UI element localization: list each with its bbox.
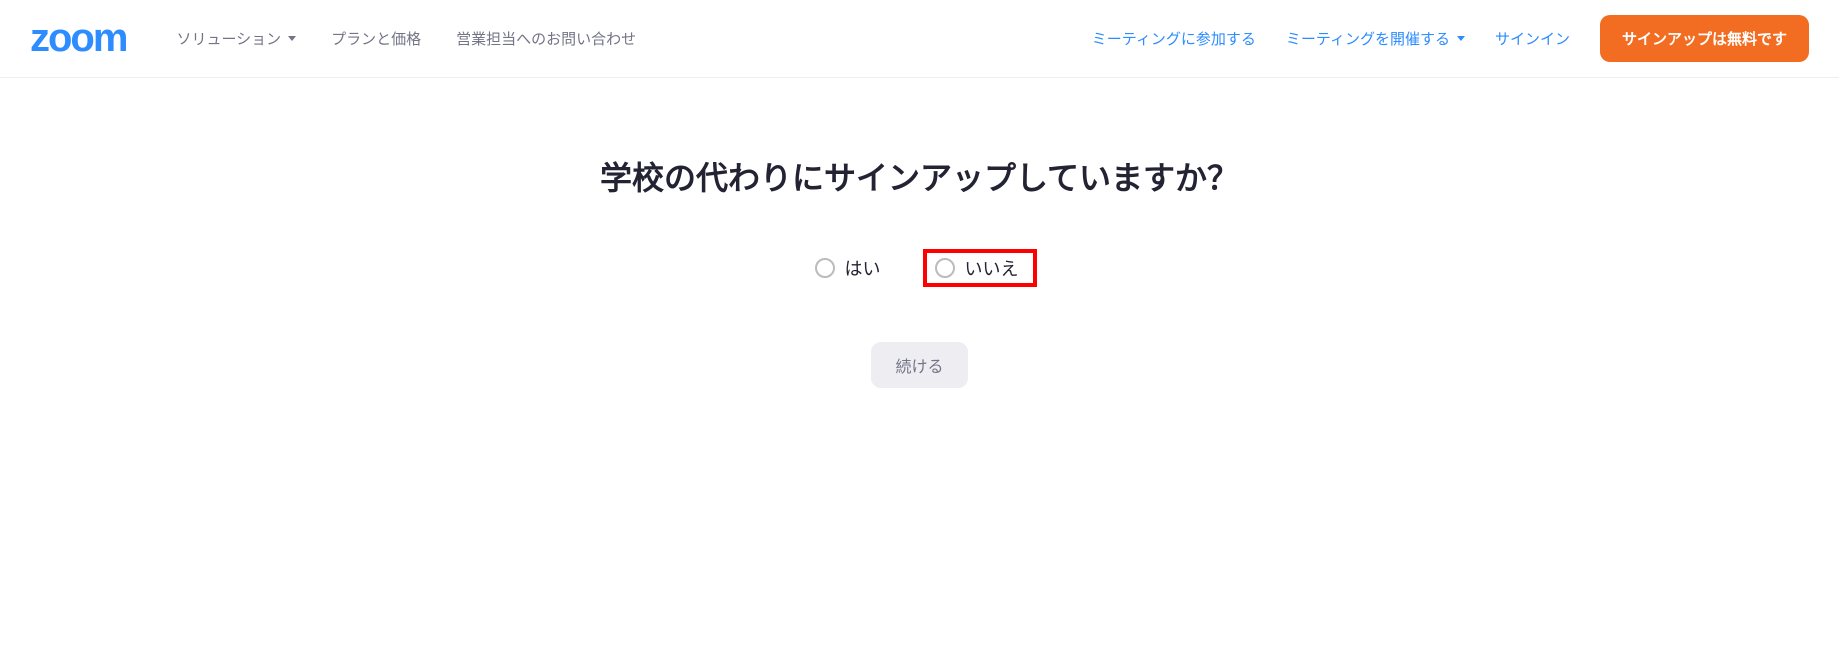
radio-icon [815, 258, 835, 278]
nav-plans-pricing[interactable]: プランと価格 [331, 28, 421, 49]
continue-button[interactable]: 続ける [871, 342, 967, 388]
nav-solutions[interactable]: ソリューション [176, 28, 296, 49]
nav-host-meeting-label: ミーティングを開催する [1286, 28, 1450, 49]
nav-sign-in[interactable]: サインイン [1495, 28, 1570, 49]
sign-up-free-button[interactable]: サインアップは無料です [1600, 15, 1809, 62]
main-content: 学校の代わりにサインアップしていますか？ はい いいえ 続ける [0, 78, 1839, 388]
radio-yes-label: はい [845, 255, 881, 281]
radio-no-label: いいえ [965, 255, 1019, 281]
nav-solutions-label: ソリューション [176, 28, 281, 49]
radio-option-no[interactable]: いいえ [923, 249, 1037, 287]
nav-contact-sales[interactable]: 営業担当へのお問い合わせ [456, 28, 636, 49]
radio-group: はい いいえ [0, 249, 1839, 287]
chevron-down-icon [288, 36, 296, 41]
nav-right: ミーティングに参加する ミーティングを開催する サインイン サインアップは無料で… [1092, 15, 1809, 62]
nav-left: ソリューション プランと価格 営業担当へのお問い合わせ [176, 28, 636, 49]
zoom-logo[interactable]: zoom [30, 16, 126, 61]
radio-icon [935, 258, 955, 278]
chevron-down-icon [1457, 36, 1465, 41]
nav-host-meeting[interactable]: ミーティングを開催する [1286, 28, 1465, 49]
radio-option-yes[interactable]: はい [803, 249, 893, 287]
nav-join-meeting[interactable]: ミーティングに参加する [1092, 28, 1256, 49]
question-title: 学校の代わりにサインアップしていますか？ [0, 153, 1839, 199]
header: zoom ソリューション プランと価格 営業担当へのお問い合わせ ミーティングに… [0, 0, 1839, 78]
